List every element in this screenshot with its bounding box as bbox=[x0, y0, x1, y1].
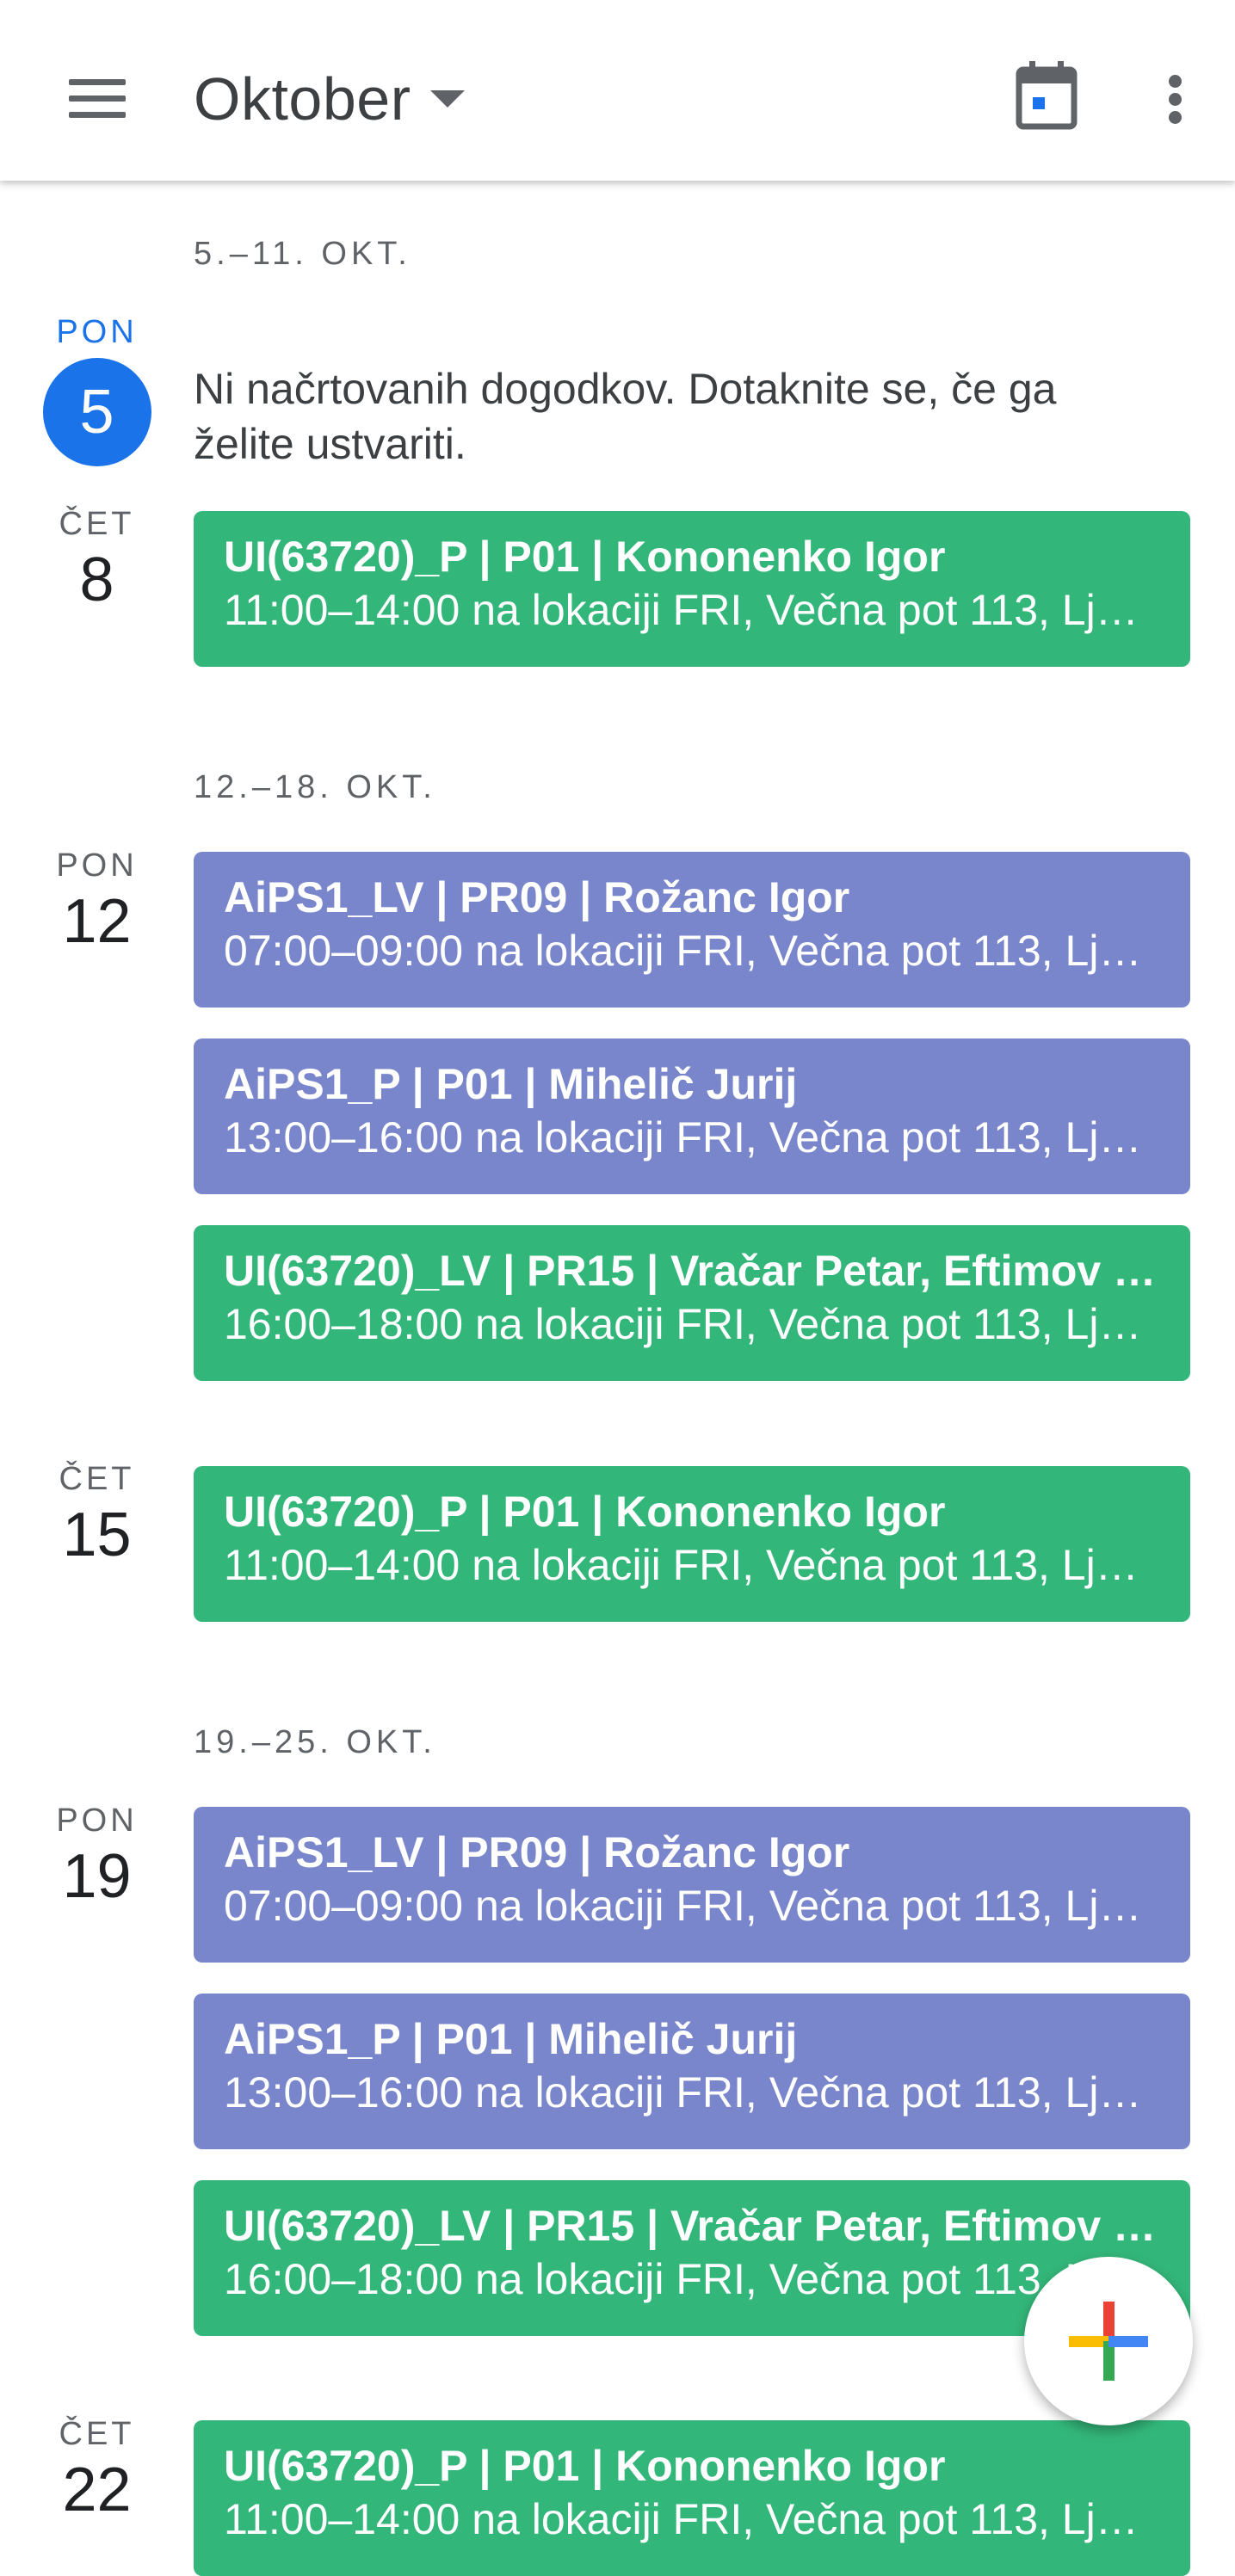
week-header: 12.–18. OKT. bbox=[194, 769, 436, 805]
event-title: UI(63720)_LV | PR15 | Vračar Petar, Efti… bbox=[224, 2202, 1160, 2250]
day-number: 22 bbox=[62, 2456, 132, 2524]
month-selector[interactable]: Oktober bbox=[194, 52, 465, 146]
week-header: 19.–25. OKT. bbox=[194, 1724, 436, 1760]
day-number: 8 bbox=[79, 545, 114, 614]
day-name: PON bbox=[56, 847, 138, 884]
month-title: Oktober bbox=[194, 65, 411, 132]
event-title: AiPS1_LV | PR09 | Rožanc Igor bbox=[224, 873, 850, 921]
day-name: PON bbox=[56, 1803, 138, 1839]
day-number: 12 bbox=[62, 887, 132, 956]
event-card[interactable]: AiPS1_LV | PR09 | Rožanc Igor 07:00–09:0… bbox=[194, 852, 1190, 1008]
day-name: ČET bbox=[59, 506, 135, 542]
week-header: 5.–11. OKT. bbox=[194, 236, 411, 272]
event-card[interactable]: UI(63720)_P | P01 | Kononenko Igor 11:00… bbox=[194, 2420, 1190, 2576]
event-time-location: 13:00–16:00 na lokaciji FRI, Večna pot 1… bbox=[224, 1113, 1160, 1162]
event-card[interactable]: AiPS1_LV | PR09 | Rožanc Igor 07:00–09:0… bbox=[194, 1807, 1190, 1963]
more-vert-icon[interactable] bbox=[1136, 56, 1213, 142]
event-title: UI(63720)_P | P01 | Kononenko Igor bbox=[224, 1488, 946, 1536]
event-title: UI(63720)_P | P01 | Kononenko Igor bbox=[224, 533, 946, 581]
event-time-location: 11:00–14:00 na lokaciji FRI, Večna pot 1… bbox=[224, 1541, 1160, 1589]
event-time-location: 11:00–14:00 na lokaciji FRI, Večna pot 1… bbox=[224, 2495, 1160, 2543]
day-name: ČET bbox=[59, 2416, 135, 2452]
create-event-button[interactable] bbox=[1024, 2257, 1193, 2425]
add-icon bbox=[1069, 2302, 1148, 2381]
event-card[interactable]: AiPS1_P | P01 | Mihelič Jurij 13:00–16:0… bbox=[194, 1994, 1190, 2149]
event-time-location: 07:00–09:00 na lokaciji FRI, Večna pot 1… bbox=[224, 927, 1160, 975]
menu-icon[interactable] bbox=[50, 60, 145, 138]
day-header: ČET 15 bbox=[0, 1461, 194, 1570]
event-title: AiPS1_P | P01 | Mihelič Jurij bbox=[224, 1060, 798, 1108]
day-number: 15 bbox=[62, 1501, 132, 1569]
event-title: AiPS1_P | P01 | Mihelič Jurij bbox=[224, 2015, 798, 2063]
day-name: PON bbox=[56, 314, 138, 350]
event-title: UI(63720)_P | P01 | Kononenko Igor bbox=[224, 2442, 946, 2490]
event-time-location: 13:00–16:00 na lokaciji FRI, Večna pot 1… bbox=[224, 2068, 1160, 2117]
day-header-today[interactable]: PON 5 bbox=[0, 314, 194, 466]
event-time-location: 07:00–09:00 na lokaciji FRI, Večna pot 1… bbox=[224, 1882, 1160, 1930]
event-title: AiPS1_LV | PR09 | Rožanc Igor bbox=[224, 1828, 850, 1877]
day-number-today: 5 bbox=[42, 358, 151, 466]
event-card[interactable]: AiPS1_P | P01 | Mihelič Jurij 13:00–16:0… bbox=[194, 1038, 1190, 1194]
day-header: PON 12 bbox=[0, 847, 194, 957]
day-name: ČET bbox=[59, 1461, 135, 1497]
app-bar: Oktober bbox=[0, 0, 1235, 181]
dropdown-arrow-icon bbox=[429, 90, 465, 108]
day-header: PON 19 bbox=[0, 1803, 194, 1912]
event-time-location: 11:00–14:00 na lokaciji FRI, Večna pot 1… bbox=[224, 586, 1160, 634]
no-events-message[interactable]: Ni načrtovanih dogodkov. Dotaknite se, č… bbox=[194, 361, 1166, 471]
event-card[interactable]: UI(63720)_P | P01 | Kononenko Igor 11:00… bbox=[194, 1466, 1190, 1622]
day-number: 19 bbox=[62, 1842, 132, 1911]
event-card[interactable]: UI(63720)_P | P01 | Kononenko Igor 11:00… bbox=[194, 511, 1190, 667]
event-time-location: 16:00–18:00 na lokaciji FRI, Večna pot 1… bbox=[224, 1300, 1160, 1348]
day-header: ČET 22 bbox=[0, 2416, 194, 2525]
calendar-today-icon[interactable] bbox=[998, 56, 1095, 142]
event-card[interactable]: UI(63720)_LV | PR15 | Vračar Petar, Efti… bbox=[194, 1225, 1190, 1381]
event-title: UI(63720)_LV | PR15 | Vračar Petar, Efti… bbox=[224, 1247, 1160, 1295]
event-time-location: 16:00–18:00 na lokaciji FRI, Večna pot 1… bbox=[224, 2255, 1160, 2303]
day-header: ČET 8 bbox=[0, 506, 194, 615]
